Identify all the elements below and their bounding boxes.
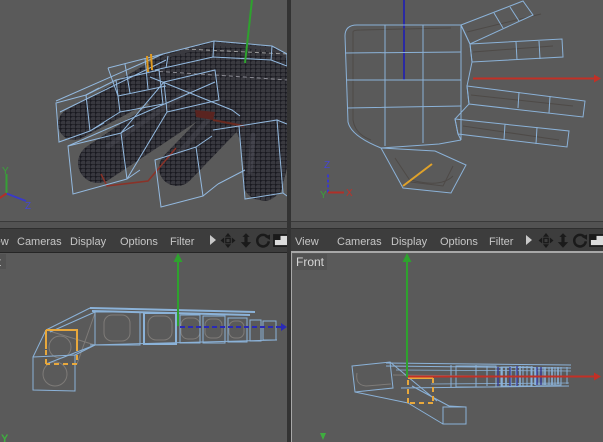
- svg-text:Y: Y: [2, 166, 9, 177]
- svg-text:Z: Z: [25, 201, 31, 212]
- svg-text:X: X: [346, 188, 353, 199]
- svg-text:Y: Y: [320, 190, 327, 201]
- svg-text:Z: Z: [324, 160, 330, 171]
- svg-text:Front: Front: [296, 255, 325, 269]
- svg-text:Y: Y: [1, 433, 9, 442]
